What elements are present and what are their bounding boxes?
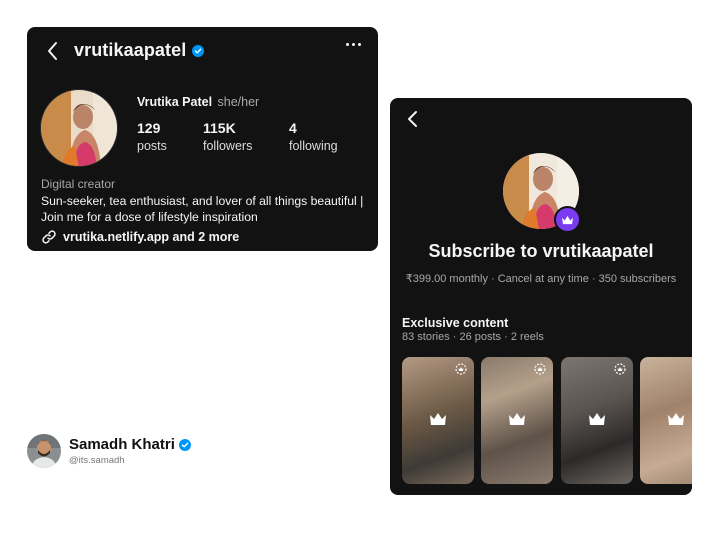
crown-icon: [668, 413, 684, 425]
more-icon[interactable]: [346, 43, 361, 46]
exclusive-content-meta: 83 stories · 26 posts · 2 reels: [402, 331, 544, 343]
stat-label: followers: [203, 139, 253, 153]
stat-label: posts: [137, 139, 167, 153]
profile-link[interactable]: vrutika.netlify.app and 2 more: [41, 229, 239, 245]
author-handle: @its.samadh: [69, 455, 125, 466]
author-text: Samadh Khatri @its.samadh: [69, 436, 191, 466]
author-avatar: [27, 434, 61, 468]
profile-pronouns: she/her: [217, 95, 260, 109]
username-text: vrutikaapatel: [74, 40, 187, 60]
profile-name-row: Vrutika Patel she/her: [137, 95, 259, 109]
author-name: Samadh Khatri: [69, 436, 175, 453]
story-ring-icon: [534, 363, 546, 375]
story-ring-icon: [455, 363, 467, 375]
back-arrow-icon[interactable]: [44, 40, 62, 62]
stat-value: 129: [137, 120, 161, 136]
verified-icon: [192, 44, 205, 57]
profile-card: vrutikaapatel Vrutika Patel she/her 129 …: [27, 27, 378, 251]
crown-icon: [430, 413, 446, 425]
crown-badge: [554, 206, 581, 233]
profile-name: Vrutika Patel: [137, 95, 213, 109]
crown-icon: [589, 413, 605, 425]
author-name-row: Samadh Khatri: [69, 436, 191, 453]
crown-icon: [509, 413, 525, 425]
verified-icon: [178, 438, 191, 451]
subscribe-meta: ₹399.00 monthly · Cancel at any time · 3…: [405, 273, 677, 285]
profile-stats: 129 posts 115K followers 4 following: [137, 120, 338, 153]
stat-posts[interactable]: 129 posts: [137, 120, 203, 153]
exclusive-tile[interactable]: [640, 357, 692, 484]
profile-username: vrutikaapatel: [74, 40, 205, 61]
author-credit: Samadh Khatri @its.samadh: [27, 434, 191, 468]
stat-value: 4: [289, 120, 297, 136]
story-ring-icon: [614, 363, 626, 375]
subscribe-title: Subscribe to vrutikaapatel: [428, 241, 654, 261]
exclusive-tiles: [402, 357, 692, 484]
profile-bio: Sun-seeker, tea enthusiast, and lover of…: [41, 194, 364, 224]
stat-following[interactable]: 4 following: [289, 120, 338, 153]
exclusive-tile[interactable]: [561, 357, 633, 484]
link-icon: [42, 230, 56, 244]
profile-link-text: vrutika.netlify.app and 2 more: [63, 230, 240, 244]
back-arrow-icon[interactable]: [405, 109, 421, 129]
subscribe-card: Subscribe to vrutikaapatel ₹399.00 month…: [390, 98, 692, 495]
exclusive-content-title: Exclusive content: [402, 316, 509, 330]
stat-value: 115K: [203, 120, 236, 136]
profile-category: Digital creator: [41, 177, 116, 191]
profile-avatar[interactable]: [40, 89, 118, 167]
exclusive-tile[interactable]: [402, 357, 474, 484]
exclusive-tile[interactable]: [481, 357, 553, 484]
crown-icon: [562, 215, 573, 224]
stat-followers[interactable]: 115K followers: [203, 120, 289, 153]
stat-label: following: [289, 139, 338, 153]
